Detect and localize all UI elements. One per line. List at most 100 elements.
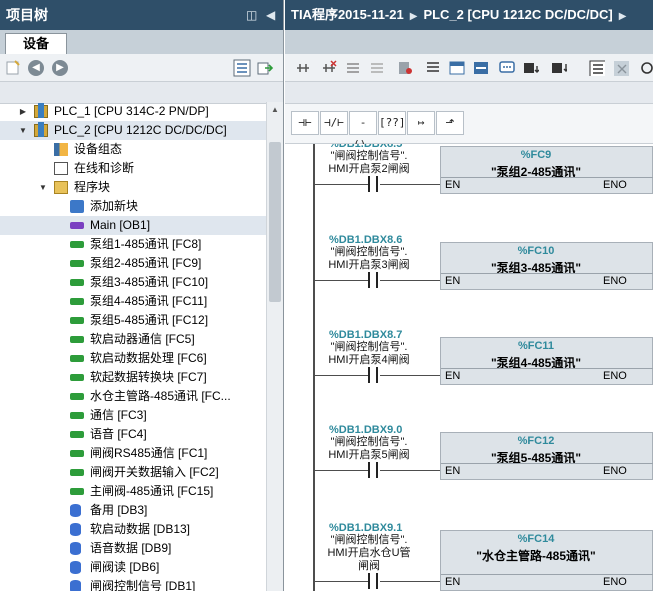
back-icon[interactable]: ◀ <box>27 59 45 77</box>
block-interface-icon[interactable] <box>397 60 413 76</box>
scrollbar-thumb[interactable] <box>269 142 281 302</box>
tree-item[interactable]: ▶ PLC_1 [CPU 314C-2 PN/DP] <box>0 102 266 121</box>
tree-item[interactable]: ▼ 程序块 <box>0 178 266 197</box>
tree-item[interactable]: 添加新块 <box>0 197 266 216</box>
refresh-icon[interactable] <box>639 60 653 76</box>
db-block-icon <box>70 580 81 591</box>
block-pin-divider <box>441 273 653 274</box>
comment-icon[interactable] <box>499 60 515 76</box>
tree-item[interactable]: 软启动数据 [DB13] <box>0 520 266 539</box>
fc-block-icon <box>70 412 84 419</box>
tree-item-label: 水仓主管路-485通讯 [FC... <box>90 389 231 403</box>
fc-block-number: %FC12 <box>517 435 555 447</box>
tree-item[interactable]: 软起数据转换块 [FC7] <box>0 368 266 387</box>
scroll-up-icon[interactable]: ▲ <box>271 105 279 114</box>
fc-call-block[interactable]: %FC11 "泵组4-485通讯" EN ENO <box>440 337 653 385</box>
fc-block-icon <box>70 279 84 286</box>
no-contact[interactable] <box>368 272 378 288</box>
expanded-arrow-icon[interactable]: ▼ <box>38 178 48 197</box>
fc-block-icon <box>70 298 84 305</box>
tree-item[interactable]: 通信 [FC3] <box>0 406 266 425</box>
fc-call-block[interactable]: %FC10 "泵组3-485通讯" EN ENO <box>440 242 653 290</box>
tree-item[interactable]: 泵组2-485通讯 [FC9] <box>0 254 266 273</box>
tree-item-label: 闸阀读 [DB6] <box>90 560 160 574</box>
tree-item-label: 主闸阀-485通讯 [FC15] <box>90 484 214 498</box>
tree-scrollbar[interactable]: ▲ <box>266 102 283 591</box>
tab-devices[interactable]: 设备 <box>5 33 67 55</box>
insert-network-icon[interactable] <box>295 60 311 76</box>
add-row-icon[interactable] <box>369 60 385 76</box>
tree-item[interactable]: 在线和诊断 <box>0 159 266 178</box>
tree-item[interactable]: 语音数据 [DB9] <box>0 539 266 558</box>
breadcrumb-project[interactable]: TIA程序2015-11-21 <box>291 7 404 22</box>
eno-pin: ENO <box>603 179 627 191</box>
new-item-icon[interactable] <box>4 59 22 77</box>
tree-item-label: 闸阀控制信号 [DB1] <box>90 579 196 591</box>
eno-pin: ENO <box>603 275 627 287</box>
list-view-icon[interactable] <box>425 60 441 76</box>
tree-item[interactable]: 设备组态 <box>0 140 266 159</box>
fc-call-block[interactable]: %FC14 "水仓主管路-485通讯" EN ENO <box>440 530 653 591</box>
forward-icon[interactable]: ▶ <box>51 59 69 77</box>
download-icon[interactable] <box>551 60 567 76</box>
collapse-networks-icon[interactable] <box>449 60 465 76</box>
tree-item-label: 闸阀RS485通信 [FC1] <box>90 446 208 460</box>
tree-item[interactable]: 闸阀读 [DB6] <box>0 558 266 577</box>
tree-item[interactable]: ▼ PLC_2 [CPU 1212C DC/DC/DC] <box>0 121 266 140</box>
block-pin-divider <box>441 368 653 369</box>
tree-item[interactable]: 水仓主管路-485通讯 [FC... <box>0 387 266 406</box>
no-contact-button[interactable]: ⊣⊢ <box>291 111 319 135</box>
tree-item[interactable]: 软启动数据处理 [FC6] <box>0 349 266 368</box>
operand-address[interactable]: %DB1.DBX9.1 <box>329 522 402 534</box>
absolute-address-icon[interactable] <box>613 60 629 76</box>
coil-button[interactable]: -()- <box>349 111 377 151</box>
no-contact[interactable] <box>368 176 378 192</box>
tree-item[interactable]: 软启动器通信 [FC5] <box>0 330 266 349</box>
rung-wire <box>380 184 440 185</box>
fc-block-name: "水仓主管路-485通讯" <box>476 549 596 563</box>
tree-item[interactable]: 闸阀控制信号 [DB1] <box>0 577 266 591</box>
collapse-panel-icon[interactable]: ◀ <box>266 0 275 30</box>
collapsed-arrow-icon[interactable]: ▶ <box>18 102 28 121</box>
tree-item[interactable]: 泵组3-485通讯 [FC10] <box>0 273 266 292</box>
tree-item[interactable]: 闸阀RS485通信 [FC1] <box>0 444 266 463</box>
tree-item[interactable]: 泵组5-485通讯 [FC12] <box>0 311 266 330</box>
fc-call-block[interactable]: %FC9 "泵组2-485通讯" EN ENO <box>440 146 653 194</box>
expanded-arrow-icon[interactable]: ▼ <box>18 121 28 140</box>
project-tree-panel: 项目树 ◫ ◀ 设备 ◀ ▶ ▶ PLC_1 [CPU 314C-2 PN/DP]… <box>0 0 284 591</box>
no-contact[interactable] <box>368 573 378 589</box>
tree-item[interactable]: 泵组1-485通讯 [FC8] <box>0 235 266 254</box>
en-pin: EN <box>445 179 461 191</box>
no-contact[interactable] <box>368 367 378 383</box>
operand-comment: HMI开启泵4闸阀 <box>328 354 410 366</box>
nc-contact-button[interactable]: ⊣/⊢ <box>320 111 348 135</box>
tree-item[interactable]: 闸阀开关数据输入 [FC2] <box>0 463 266 482</box>
tree-item[interactable]: 主闸阀-485通讯 [FC15] <box>0 482 266 501</box>
insert-row-icon[interactable] <box>345 60 361 76</box>
rung-wire <box>380 280 440 281</box>
overview-icon[interactable] <box>233 59 251 77</box>
monitor-icon[interactable] <box>589 60 605 76</box>
operand-address[interactable]: %DB1.DBX8.6 <box>329 234 402 246</box>
tree-item[interactable]: 语音 [FC4] <box>0 425 266 444</box>
pin-icon[interactable]: ◫ <box>246 0 257 30</box>
delete-network-icon[interactable] <box>321 60 337 76</box>
tree-item[interactable]: 泵组4-485通讯 [FC11] <box>0 292 266 311</box>
operand-comment: HMI开启水仓U管 <box>327 547 411 559</box>
expand-networks-icon[interactable] <box>473 60 489 76</box>
operand-address[interactable]: %DB1.DBX9.0 <box>329 424 402 436</box>
close-branch-button[interactable]: ⬏ <box>436 111 464 135</box>
eno-pin: ENO <box>603 465 627 477</box>
export-icon[interactable] <box>256 59 274 77</box>
favorites-icon[interactable] <box>523 60 539 76</box>
breadcrumb-device[interactable]: PLC_2 [CPU 1212C DC/DC/DC] <box>423 7 612 22</box>
tree-item[interactable]: 备用 [DB3] <box>0 501 266 520</box>
no-contact[interactable] <box>368 462 378 478</box>
open-branch-button[interactable]: ↦ <box>407 111 435 135</box>
en-pin: EN <box>445 370 461 382</box>
fc-call-block[interactable]: %FC12 "泵组5-485通讯" EN ENO <box>440 432 653 480</box>
tree-item[interactable]: Main [OB1] <box>0 216 266 235</box>
empty-box-button[interactable]: [??] <box>378 111 406 135</box>
operand-address[interactable]: %DB1.DBX8.7 <box>329 329 402 341</box>
ob-block-icon <box>70 222 84 229</box>
